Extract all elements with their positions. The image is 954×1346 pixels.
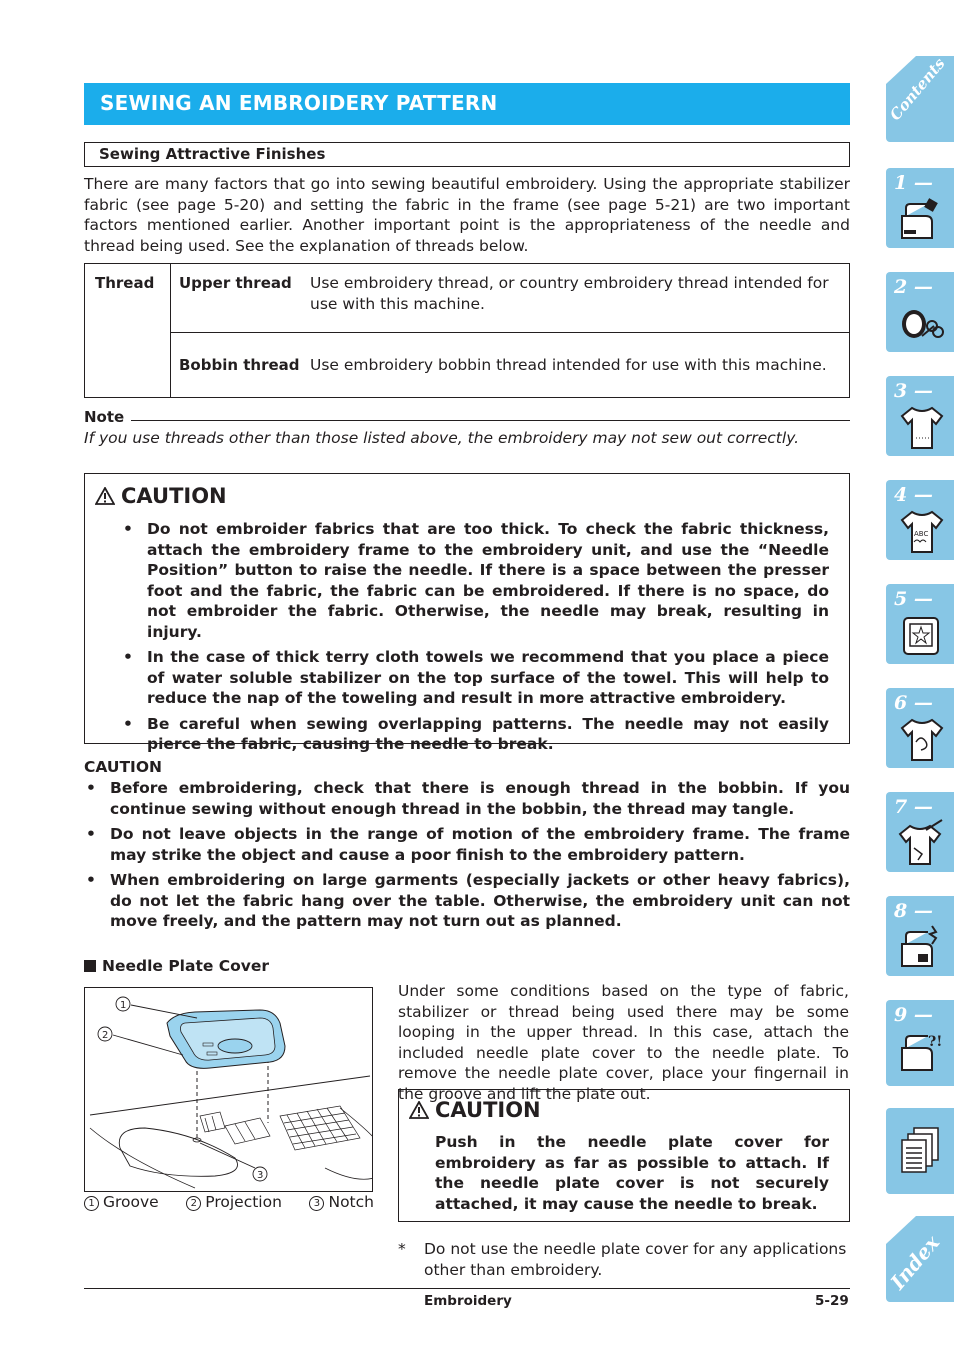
caution-list: Do not embroider fabrics that are too th… bbox=[121, 519, 829, 760]
tab-number: 7 — bbox=[894, 796, 933, 818]
tab-number: 3 — bbox=[894, 380, 933, 402]
needle-plate-cover-illustration: 1 2 3 bbox=[84, 987, 373, 1192]
caution-title: CAUTION bbox=[121, 484, 227, 508]
caution-item: Do not embroider fabrics that are too th… bbox=[121, 519, 829, 642]
legend-item: 2 Projection bbox=[186, 1193, 282, 1211]
needle-plate-cover-title: Needle Plate Cover bbox=[102, 957, 270, 975]
caution-box: CAUTION Do not embroider fabrics that ar… bbox=[84, 473, 850, 753]
legend-label: Notch bbox=[328, 1193, 374, 1211]
legend-label: Groove bbox=[103, 1193, 159, 1211]
caution-item: Be careful when sewing overlapping patte… bbox=[121, 714, 829, 755]
legend-number: 3 bbox=[309, 1196, 325, 1211]
tab-chapter-4[interactable]: 4 — ABC bbox=[886, 480, 954, 560]
tab-number: 5 — bbox=[894, 588, 933, 610]
shirt-abc-icon: ABC bbox=[900, 510, 944, 553]
note-divider bbox=[131, 420, 850, 421]
tab-chapter-8[interactable]: 8 — bbox=[886, 896, 954, 976]
tab-chapter-2[interactable]: 2 — bbox=[886, 272, 954, 352]
caution-text: Push in the needle plate cover for embro… bbox=[435, 1133, 829, 1213]
svg-text:1: 1 bbox=[120, 1000, 126, 1011]
needle-plate-cover-text: Under some conditions based on the type … bbox=[398, 982, 849, 1103]
thread-table: Thread Upper thread Use embroidery threa… bbox=[84, 263, 850, 398]
shirt-design-icon bbox=[900, 718, 944, 761]
page-title: SEWING AN EMBROIDERY PATTERN bbox=[84, 83, 850, 125]
legend-label: Projection bbox=[205, 1193, 282, 1211]
warning-icon bbox=[409, 1101, 429, 1119]
table-row: Upper thread Use embroidery thread, or c… bbox=[171, 264, 850, 333]
thread-description: Use embroidery bobbin thread intended fo… bbox=[310, 356, 827, 374]
thread-type: Bobbin thread bbox=[179, 356, 300, 374]
caution-label: CAUTION bbox=[84, 758, 162, 776]
shirt-dotted-icon bbox=[900, 406, 944, 449]
thread-table-header: Thread bbox=[85, 264, 171, 397]
caution-heading: CAUTION bbox=[409, 1098, 541, 1122]
needle-plate-diagram: 1 2 3 bbox=[89, 996, 372, 1189]
footer-divider bbox=[84, 1288, 850, 1289]
tab-contents[interactable]: Contents bbox=[886, 55, 954, 142]
tab-chapter-5[interactable]: 5 — bbox=[886, 584, 954, 664]
section-subheading: Sewing Attractive Finishes bbox=[84, 142, 850, 167]
legend-item: 1 Groove bbox=[84, 1193, 159, 1211]
footer-section: Embroidery bbox=[424, 1293, 512, 1309]
legend-number: 2 bbox=[186, 1196, 202, 1211]
callout-1: 1 bbox=[115, 996, 131, 1012]
tab-index[interactable]: Index bbox=[886, 1216, 954, 1302]
intro-paragraph: There are many factors that go into sewi… bbox=[84, 175, 850, 255]
tab-number: 8 — bbox=[894, 900, 933, 922]
callout-3: 3 bbox=[252, 1166, 268, 1182]
machine-maintenance-icon bbox=[901, 925, 938, 967]
square-bullet-icon bbox=[84, 960, 96, 972]
caution-heading: CAUTION bbox=[95, 484, 227, 508]
tab-chapter-1[interactable]: 1 — bbox=[886, 168, 954, 248]
note-label: Note bbox=[84, 408, 125, 426]
caution-list: Before embroidering, check that there is… bbox=[84, 778, 850, 937]
note-text: If you use threads other than those list… bbox=[84, 429, 800, 447]
svg-text:ABC: ABC bbox=[914, 530, 928, 538]
tab-appendix[interactable] bbox=[886, 1108, 954, 1194]
caution-item: Do not leave objects in the range of mot… bbox=[84, 824, 850, 865]
tab-number: 1 — bbox=[894, 172, 933, 194]
page-number: 5-29 bbox=[815, 1293, 849, 1309]
svg-text:?!: ?! bbox=[928, 1034, 942, 1050]
caution-box: CAUTION Push in the needle plate cover f… bbox=[398, 1089, 850, 1222]
shirt-repair-icon bbox=[898, 819, 943, 865]
warning-icon bbox=[95, 487, 115, 505]
tab-number: 9 — bbox=[894, 1004, 933, 1026]
sewing-machine-icon bbox=[901, 198, 938, 239]
caution-item: In the case of thick terry cloth towels … bbox=[121, 647, 829, 709]
thread-type: Upper thread bbox=[179, 274, 292, 292]
caution-item: When embroidering on large garments (esp… bbox=[84, 870, 850, 932]
svg-text:3: 3 bbox=[257, 1170, 263, 1181]
documents-icon bbox=[901, 1127, 939, 1173]
footnote-text: Do not use the needle plate cover for an… bbox=[424, 1240, 847, 1279]
svg-text:2: 2 bbox=[102, 1030, 108, 1041]
legend-item: 3 Notch bbox=[309, 1193, 374, 1211]
tab-number: 6 — bbox=[894, 692, 933, 714]
footnote-mark: * bbox=[398, 1240, 406, 1258]
thread-spool-scissors-icon bbox=[902, 310, 944, 338]
callout-2: 2 bbox=[97, 1026, 113, 1042]
table-row: Bobbin thread Use embroidery bobbin thre… bbox=[171, 333, 850, 397]
needle-plate-cover-heading: Needle Plate Cover bbox=[84, 957, 269, 975]
tab-chapter-3[interactable]: 3 — bbox=[886, 376, 954, 456]
tab-number: 2 — bbox=[894, 276, 933, 298]
thread-description: Use embroidery thread, or country embroi… bbox=[310, 274, 829, 313]
tab-chapter-7[interactable]: 7 — bbox=[886, 792, 954, 872]
figure-legend: 1 Groove 2 Projection 3 Notch bbox=[84, 1193, 374, 1211]
legend-number: 1 bbox=[84, 1196, 99, 1211]
tab-chapter-6[interactable]: 6 — bbox=[886, 688, 954, 768]
caution-item: Before embroidering, check that there is… bbox=[84, 778, 850, 819]
tab-number: 4 — bbox=[894, 484, 933, 506]
embroidery-frame-icon bbox=[903, 617, 939, 655]
tab-chapter-9[interactable]: 9 — ?! bbox=[886, 1000, 954, 1086]
machine-troubleshoot-icon: ?! bbox=[901, 1034, 942, 1071]
caution-title: CAUTION bbox=[435, 1098, 541, 1122]
